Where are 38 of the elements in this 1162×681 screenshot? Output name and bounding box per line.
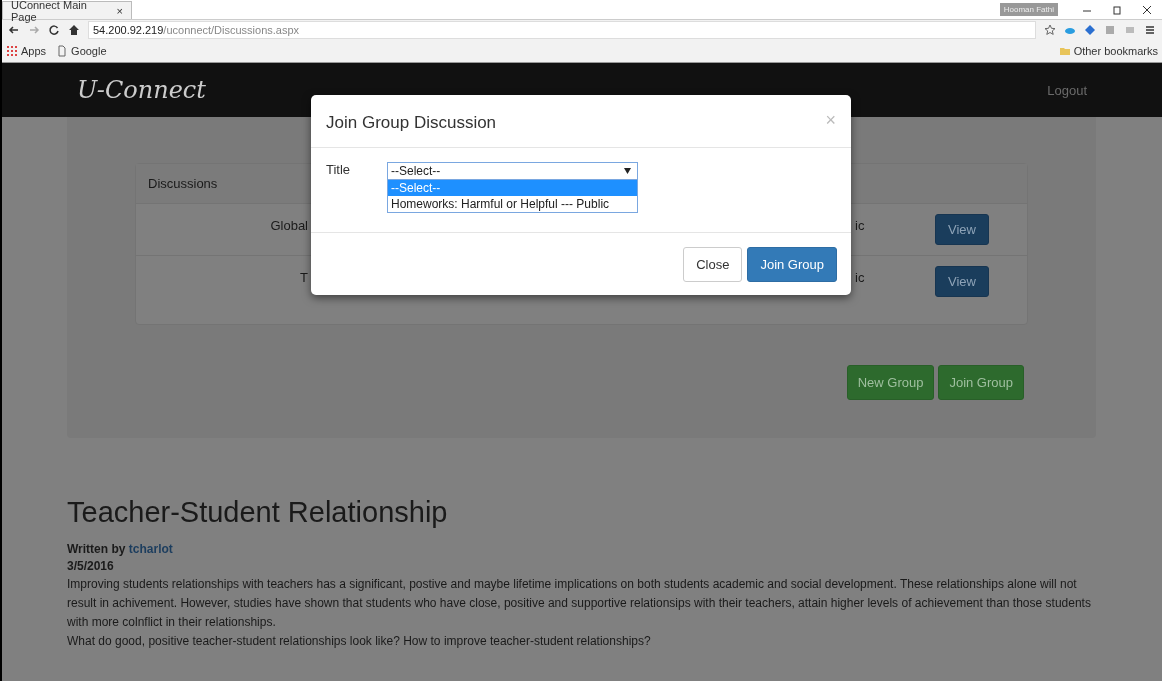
user-badge[interactable]: Hooman Fathi	[999, 3, 1058, 16]
byline: Written by tcharlot	[67, 541, 174, 558]
article-title: Teacher-Student Relationship	[67, 496, 449, 529]
article-paragraph: What do good, positive teacher-student relationships look like? How to improve teacher-student relationships?	[67, 633, 652, 650]
group-button[interactable]: Join Group	[938, 365, 1024, 400]
modal-title: Join Group Discussion	[326, 113, 497, 133]
table-cell-text: ic	[855, 217, 865, 233]
article-paragraph: Improving students relationships with teachers has a significant, postive and maybe lifetime implications on both students academic and social development. These relationships alone will not result in achivement. However, studies have shown that students who have close, positive and supportive relationsips with their teachers, attain higher levels of achievement than those students with more colnflict in their relationships.	[67, 576, 1092, 631]
diamond-icon[interactable]	[1084, 24, 1096, 36]
menu-icon[interactable]	[1144, 24, 1156, 36]
title-select[interactable]: --Select--	[387, 162, 638, 180]
reload-icon[interactable]	[48, 24, 60, 36]
bookmark-link[interactable]: Google	[71, 45, 107, 57]
group-button[interactable]: New Group	[846, 365, 935, 400]
apps-grid-icon[interactable]	[6, 45, 18, 57]
table-cell-text: ic	[855, 269, 865, 285]
table-cell-text: T	[300, 269, 308, 285]
back-arrow-icon[interactable]	[8, 24, 20, 36]
logout-link[interactable]: Logout	[1047, 82, 1087, 98]
caret-icon	[624, 168, 631, 174]
logo[interactable]: U-Connect	[77, 76, 206, 104]
bookmark-link[interactable]: Apps	[21, 45, 47, 57]
restore-icon[interactable]	[1111, 3, 1123, 16]
close-button[interactable]: Close	[683, 247, 743, 282]
table-cell-text: Global	[270, 217, 308, 233]
address-bar[interactable]: 54.200.92.219/uconnect/Discussions.aspx	[88, 21, 1036, 39]
view-button[interactable]: View	[935, 214, 989, 245]
close-icon[interactable]	[1141, 3, 1153, 16]
view-button[interactable]: View	[935, 266, 989, 297]
author-link[interactable]: tcharlot	[128, 542, 173, 556]
field-label: Title	[326, 162, 352, 179]
dropdown-option[interactable]: --Select--	[388, 180, 637, 196]
article-date: 3/5/2016	[67, 558, 115, 575]
home-icon[interactable]	[68, 24, 80, 36]
star-icon[interactable]	[1044, 24, 1056, 36]
bookmark-link[interactable]: Other bookmarks	[1073, 45, 1158, 57]
page-icon[interactable]	[56, 45, 69, 57]
join-group-button[interactable]: Join Group	[747, 247, 837, 282]
